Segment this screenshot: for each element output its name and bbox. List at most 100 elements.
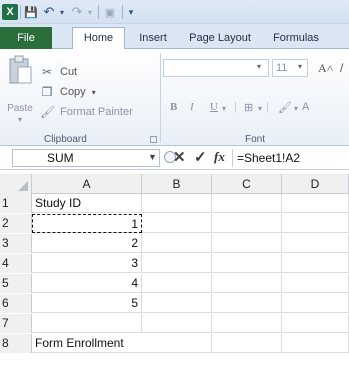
font-name-input[interactable] (163, 59, 269, 77)
cancel-icon[interactable]: ✕ (173, 148, 186, 166)
cell-b5[interactable] (142, 274, 212, 293)
cell-b1[interactable] (142, 194, 212, 213)
cell-b2[interactable] (142, 214, 212, 233)
clipboard-dialog-launcher-icon[interactable] (150, 136, 157, 143)
fill-color-dropdown-icon[interactable]: ▾ (294, 104, 298, 113)
cell-b6[interactable] (142, 294, 212, 313)
cell-a7[interactable] (32, 314, 142, 333)
redo-dropdown-icon[interactable]: ▾ (86, 4, 94, 20)
tab-page-layout[interactable]: Page Layout (186, 28, 254, 49)
cell-c1[interactable] (212, 194, 282, 213)
tab-insert[interactable]: Insert (133, 28, 173, 49)
row-header[interactable]: 5 (0, 274, 32, 293)
cell-b8[interactable] (142, 334, 212, 353)
grow-font-icon[interactable]: A˄ (318, 61, 333, 76)
name-box[interactable]: SUM (12, 149, 160, 167)
bold-button[interactable]: B (170, 101, 177, 113)
table-row: 6 5 (0, 294, 349, 313)
enter-icon[interactable]: ✓ (194, 148, 207, 166)
customize-qat-icon[interactable]: ▾ (126, 4, 136, 20)
cell-c6[interactable] (212, 294, 282, 313)
column-header-a[interactable]: A (32, 174, 142, 194)
cell-d7[interactable] (282, 314, 349, 333)
cell-a1[interactable]: Study ID (32, 194, 142, 213)
ribbon-tabs: File Home Insert Page Layout Formulas (0, 24, 349, 49)
copy-label: Copy (60, 86, 86, 98)
row-header[interactable]: 6 (0, 294, 32, 313)
font-color-icon[interactable]: A (302, 101, 309, 113)
table-row: 7 (0, 314, 349, 333)
row-header[interactable]: 8 (0, 334, 32, 353)
cell-d6[interactable] (282, 294, 349, 313)
cell-a3[interactable]: 2 (32, 234, 142, 253)
font-size-value: 11 (276, 62, 288, 74)
font-name-dropdown-icon[interactable]: ▾ (257, 62, 261, 71)
cell-b4[interactable] (142, 254, 212, 273)
undo-icon[interactable]: ↶ (42, 4, 56, 20)
cell-d8[interactable] (282, 334, 349, 353)
cell-c4[interactable] (212, 254, 282, 273)
save-icon[interactable]: 💾 (24, 4, 38, 20)
cell-c5[interactable] (212, 274, 282, 293)
cell-d5[interactable] (282, 274, 349, 293)
cell-c2[interactable] (212, 214, 282, 233)
underline-dropdown-icon[interactable]: ▾ (222, 104, 226, 113)
row-header[interactable]: 3 (0, 234, 32, 253)
cell-b3[interactable] (142, 234, 212, 253)
tab-formulas[interactable]: Formulas (270, 28, 322, 49)
tab-home[interactable]: Home (72, 27, 125, 49)
copy-dropdown-icon[interactable]: ▾ (92, 88, 96, 97)
font-size-dropdown-icon[interactable]: ▾ (298, 62, 302, 71)
table-row: 1 Study ID (0, 194, 349, 213)
paste-button[interactable]: Paste (0, 103, 40, 114)
fill-color-icon[interactable]: 🖌 (278, 101, 292, 114)
row-header[interactable]: 1 (0, 194, 32, 213)
cell-a5[interactable]: 4 (32, 274, 142, 293)
column-header-c[interactable]: C (212, 174, 282, 194)
paintbrush-icon: 🖌 (40, 105, 56, 119)
quick-access-toolbar: X 💾 ↶ ▾ ↷ ▾ ▣ ▾ (0, 0, 349, 24)
cell-c3[interactable] (212, 234, 282, 253)
borders-icon[interactable]: ⊞ (244, 101, 253, 114)
cell-c7[interactable] (212, 314, 282, 333)
select-all-corner[interactable] (0, 174, 32, 194)
row-header[interactable]: 7 (0, 314, 32, 333)
cut-button[interactable]: ✂ Cut (40, 63, 77, 81)
row-header[interactable]: 4 (0, 254, 32, 273)
row-header[interactable]: 2 (0, 214, 32, 233)
italic-button[interactable]: I (190, 101, 194, 113)
formula-bar: SUM ▼ ✕ ✓ fx =Sheet1!A2 (0, 146, 349, 170)
quick-print-icon[interactable]: ▣ (103, 4, 117, 20)
format-painter-button[interactable]: 🖌 Format Painter (40, 103, 133, 121)
cell-a6[interactable]: 5 (32, 294, 142, 313)
cell-d1[interactable] (282, 194, 349, 213)
paste-dropdown-icon[interactable]: ▾ (0, 115, 40, 124)
cell-d3[interactable] (282, 234, 349, 253)
copy-button[interactable]: ❐ Copy ▾ (40, 83, 96, 101)
paste-icon[interactable] (7, 55, 33, 85)
excel-logo-icon: X (2, 4, 18, 20)
column-header-b[interactable]: B (142, 174, 212, 194)
cell-a4[interactable]: 3 (32, 254, 142, 273)
cell-a8[interactable]: Form Enrollment (32, 334, 142, 353)
font-group-label: Font (245, 134, 266, 145)
column-header-row: A B C D (0, 174, 349, 194)
redo-icon[interactable]: ↷ (70, 4, 84, 20)
underline-button[interactable]: U (210, 101, 218, 113)
cell-b7[interactable] (142, 314, 212, 333)
name-box-dropdown-icon[interactable]: ▼ (148, 152, 157, 162)
table-row: 3 2 (0, 234, 349, 253)
clipboard-group-label: Clipboard (44, 134, 87, 145)
cell-d4[interactable] (282, 254, 349, 273)
cell-a2[interactable]: 1 (32, 214, 142, 233)
cell-d2[interactable] (282, 214, 349, 233)
cell-c8[interactable] (212, 334, 282, 353)
insert-function-icon[interactable]: fx (214, 149, 225, 165)
tab-file[interactable]: File (0, 27, 52, 49)
borders-dropdown-icon[interactable]: ▾ (258, 104, 262, 113)
formula-input[interactable]: =Sheet1!A2 (232, 149, 349, 167)
column-header-d[interactable]: D (282, 174, 349, 194)
undo-dropdown-icon[interactable]: ▾ (58, 4, 66, 20)
shrink-font-icon[interactable]: / (340, 61, 343, 75)
qat-separator (122, 5, 123, 19)
